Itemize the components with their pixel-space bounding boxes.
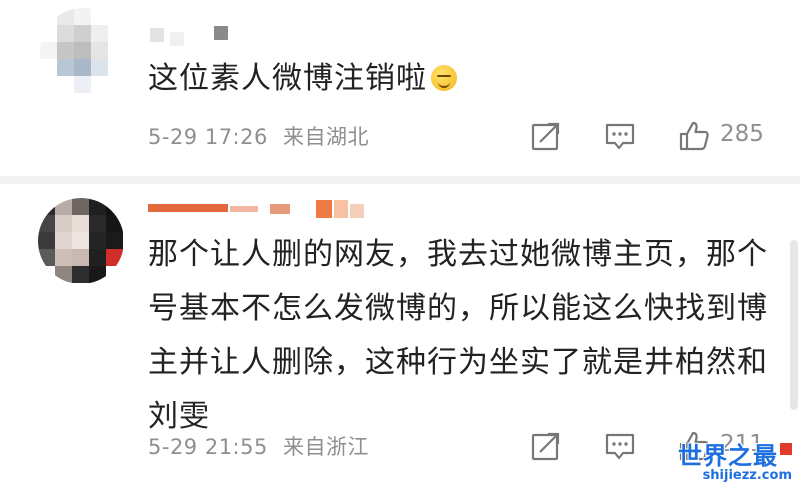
avatar-pixelated[interactable] [40,8,126,94]
comment-date: 5-29 17:26 [148,125,268,149]
username-mosaic[interactable] [150,26,240,46]
comment-item-1: 这位素人微博注销啦 5-29 17:26 来自湖北 285 [0,0,800,170]
flag-icon [780,443,792,455]
comment-meta: 5-29 21:55 来自浙江 [148,431,377,461]
like-icon[interactable] [678,120,710,152]
avatar-pixelated[interactable] [38,198,124,284]
username-mosaic[interactable] [148,200,368,218]
comment-text: 那个让人删的网友，我去过她微博主页，那个号基本不怎么发微博的，所以能这么快找到博… [148,237,768,434]
comment-icon[interactable] [604,120,636,152]
site-watermark: 世界之最 shijiezz.com [678,443,792,483]
like-count: 285 [720,121,764,147]
watermark-url: shijiezz.com [702,468,792,483]
comment-location: 来自浙江 [283,435,370,459]
comment-meta: 5-29 17:26 来自湖北 [148,121,377,151]
watermark-title: 世界之最 [678,443,792,469]
comment-text: 这位素人微博注销啦 [148,52,788,106]
share-icon[interactable] [530,120,562,152]
comment-location: 来自湖北 [283,125,370,149]
comment-icon[interactable] [604,430,636,462]
comment-divider [0,176,800,184]
smiling-face-emoji-icon [431,65,457,91]
share-icon[interactable] [530,430,562,462]
comment-date: 5-29 21:55 [148,435,268,459]
comment-actions: 285 [520,116,780,156]
scrollbar[interactable] [790,240,798,410]
